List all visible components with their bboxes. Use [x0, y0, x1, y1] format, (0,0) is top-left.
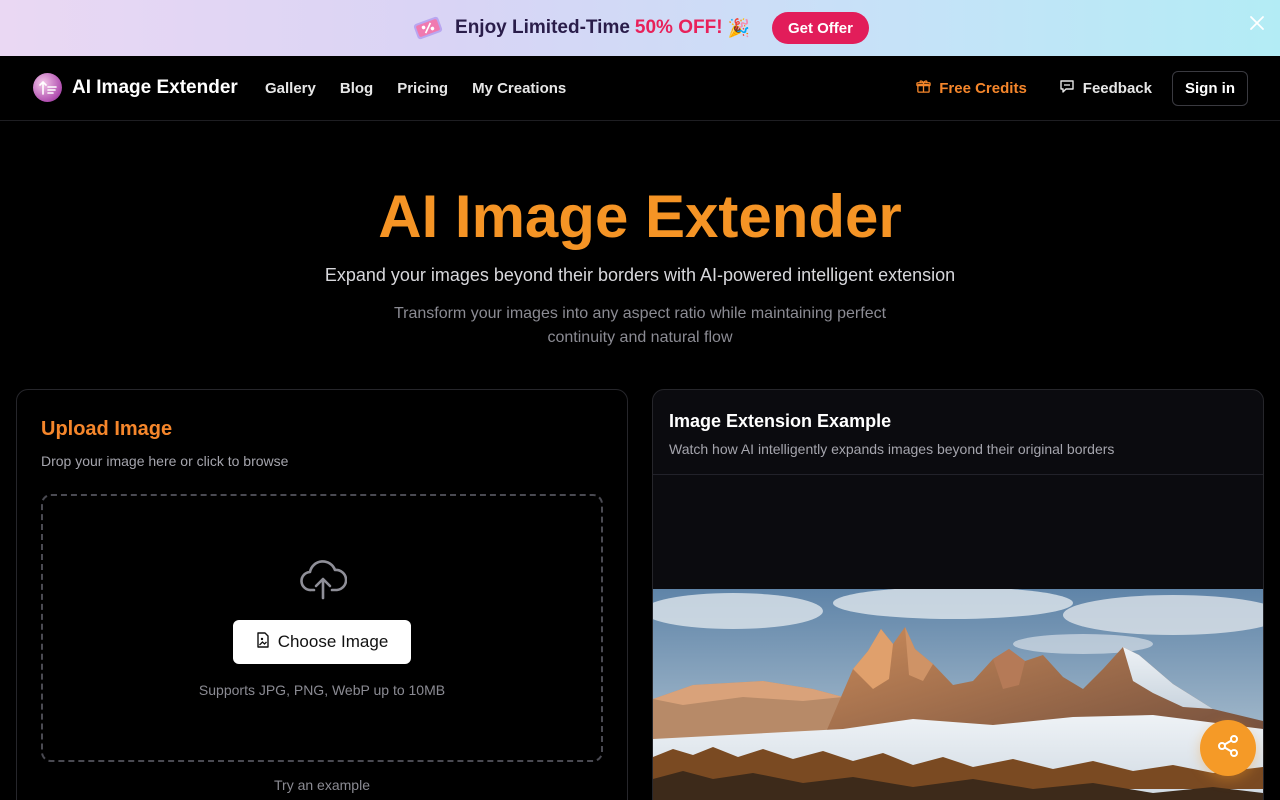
hero-title: AI Image Extender — [378, 183, 902, 250]
feedback-label: Feedback — [1082, 80, 1152, 97]
logo-text: AI Image Extender — [72, 76, 238, 98]
promo-banner: Enjoy Limited-Time 50% OFF! 🎉 Get Offer — [0, 0, 1280, 56]
hero-subtitle: Expand your images beyond their borders … — [324, 265, 956, 285]
logo-icon — [33, 73, 62, 102]
upload-dropzone[interactable]: Choose Image Supports JPG, PNG, WebP up … — [41, 494, 603, 762]
example-title: Image Extension Example — [669, 411, 892, 431]
nav-actions: Free Credits Feedback Sign in — [916, 71, 1248, 106]
share-button[interactable] — [1200, 720, 1256, 776]
try-example-link[interactable]: Try an example — [17, 777, 627, 793]
share-icon — [1216, 734, 1240, 763]
nav-link-gallery[interactable]: Gallery — [265, 80, 316, 97]
top-nav: AI Image Extender Gallery Blog Pricing M… — [0, 56, 1280, 121]
chat-bubble-icon — [1059, 79, 1075, 98]
hero-description: Transform your images into any aspect ra… — [393, 305, 887, 346]
nav-link-my-creations[interactable]: My Creations — [472, 80, 566, 97]
sign-in-button[interactable]: Sign in — [1172, 71, 1248, 106]
promo-label: Enjoy Limited-Time — [455, 17, 630, 38]
upload-card: Upload Image Drop your image here or cli… — [16, 389, 628, 800]
party-popper-icon: 🎉 — [727, 17, 750, 38]
example-header: Image Extension Example Watch how AI int… — [653, 390, 1263, 475]
close-icon[interactable] — [1248, 14, 1266, 32]
example-description: Watch how AI intelligently expands image… — [669, 441, 1115, 457]
promo-content: Enjoy Limited-Time 50% OFF! 🎉 Get Offer — [411, 12, 869, 44]
image-file-icon — [256, 631, 270, 653]
logo[interactable]: AI Image Extender — [33, 73, 238, 102]
get-offer-button[interactable]: Get Offer — [771, 12, 869, 44]
promo-text: Enjoy Limited-Time 50% OFF! 🎉 — [455, 17, 750, 39]
free-credits-label: Free Credits — [939, 80, 1027, 97]
free-credits-button[interactable]: Free Credits — [916, 79, 1027, 98]
upload-description: Drop your image here or click to browse — [41, 453, 289, 469]
upload-title: Upload Image — [41, 418, 173, 440]
choose-image-label: Choose Image — [277, 632, 389, 651]
discount-ticket-icon — [411, 13, 445, 43]
gift-icon — [916, 79, 931, 98]
example-mountain-image — [653, 587, 1263, 800]
nav-link-blog[interactable]: Blog — [340, 80, 373, 97]
feedback-button[interactable]: Feedback — [1059, 79, 1152, 98]
supported-formats-text: Supports JPG, PNG, WebP up to 10MB — [198, 682, 446, 698]
promo-discount: 50% OFF! — [634, 17, 723, 38]
example-card: Image Extension Example Watch how AI int… — [652, 389, 1264, 800]
nav-link-pricing[interactable]: Pricing — [397, 80, 448, 97]
nav-links: Gallery Blog Pricing My Creations — [265, 80, 566, 97]
choose-image-button[interactable]: Choose Image — [233, 620, 411, 664]
cloud-upload-icon — [299, 558, 348, 602]
